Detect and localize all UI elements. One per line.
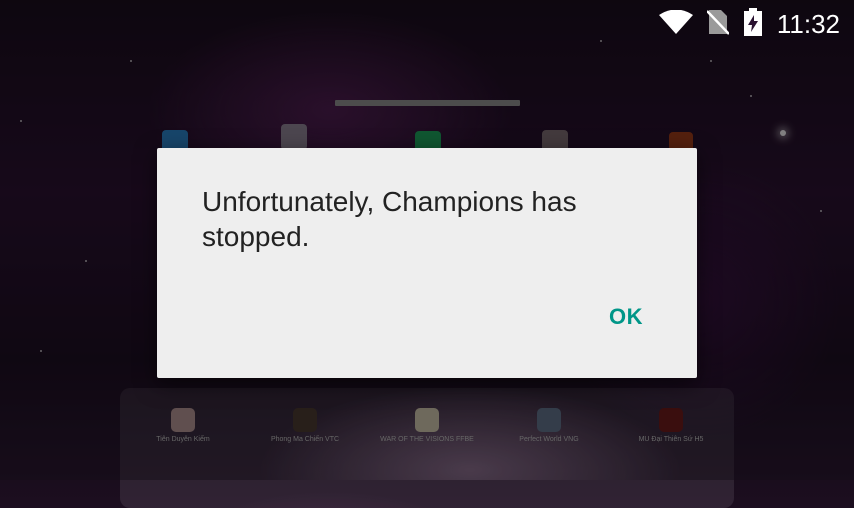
wifi-icon xyxy=(658,9,693,38)
no-sim-icon xyxy=(705,9,730,39)
status-bar: 11:32 xyxy=(0,0,854,48)
dialog-message: Unfortunately, Champions has stopped. xyxy=(202,186,577,252)
clock: 11:32 xyxy=(776,9,840,39)
app-crash-dialog: Unfortunately, Champions has stopped. OK xyxy=(157,148,697,378)
ok-button[interactable]: OK xyxy=(599,300,653,334)
battery-charging-icon xyxy=(743,8,763,40)
